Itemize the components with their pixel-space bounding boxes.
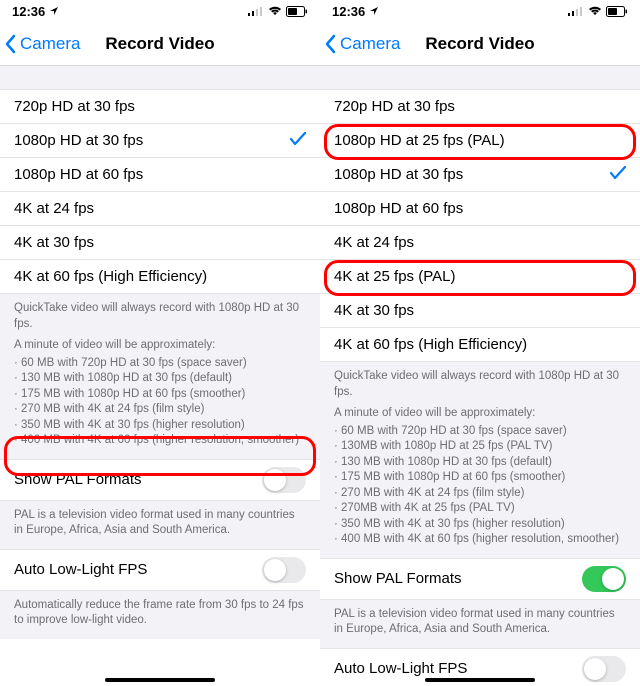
size-line: 130 MB with 1080p HD at 30 fps (default) [14,371,306,387]
pal-toggle[interactable] [262,467,306,493]
wifi-icon [588,6,602,16]
quicktake-note: QuickTake video will always record with … [14,301,306,332]
size-line: 175 MB with 1080p HD at 60 fps (smoother… [14,387,306,403]
video-option-label: 1080p HD at 60 fps [334,200,463,217]
auto-low-light-desc: Automatically reduce the frame rate from… [0,591,320,639]
video-option-label: 4K at 25 fps (PAL) [334,268,455,285]
phone-left: 12:36 Camera Record Video 720p HD at 30 … [0,0,320,686]
status-bar: 12:36 [320,0,640,22]
group-spacer [0,66,320,90]
size-line: 60 MB with 720p HD at 30 fps (space save… [334,424,626,440]
size-line: 270 MB with 4K at 24 fps (film style) [14,402,306,418]
video-option-label: 4K at 60 fps (High Efficiency) [334,336,527,353]
size-line: 270 MB with 4K at 24 fps (film style) [334,486,626,502]
video-option-label: 4K at 24 fps [334,234,414,251]
wifi-icon [268,6,282,16]
size-line: 175 MB with 1080p HD at 60 fps (smoother… [334,470,626,486]
video-option-label: 1080p HD at 30 fps [14,132,143,149]
back-label: Camera [340,34,400,54]
pal-toggle[interactable] [582,566,626,592]
signal-icon [568,6,584,16]
home-indicator[interactable] [425,678,535,682]
chevron-left-icon [4,34,18,54]
approx-intro: A minute of video will be approximately: [14,338,306,354]
checkmark-icon [290,132,306,150]
video-option-row[interactable]: 1080p HD at 30 fps [320,158,640,192]
video-option-label: 720p HD at 30 fps [334,98,455,115]
clock: 12:36 [12,4,45,19]
video-option-row[interactable]: 4K at 24 fps [320,226,640,260]
size-line: 130MB with 1080p HD at 25 fps (PAL TV) [334,439,626,455]
video-option-row[interactable]: 1080p HD at 25 fps (PAL) [320,124,640,158]
size-line: 130 MB with 1080p HD at 30 fps (default) [334,455,626,471]
back-button[interactable]: Camera [320,34,400,54]
size-line: 400 MB with 4K at 60 fps (higher resolut… [14,433,306,449]
size-footer: QuickTake video will always record with … [320,362,640,558]
size-footer: QuickTake video will always record with … [0,294,320,459]
location-icon [49,6,59,16]
size-line: 350 MB with 4K at 30 fps (higher resolut… [334,517,626,533]
video-option-row[interactable]: 1080p HD at 60 fps [0,158,320,192]
nav-bar: Camera Record Video [0,22,320,66]
battery-icon [606,6,628,17]
video-option-label: 4K at 30 fps [14,234,94,251]
show-pal-formats-row[interactable]: Show PAL Formats [320,558,640,600]
approx-intro: A minute of video will be approximately: [334,406,626,422]
video-option-label: 1080p HD at 30 fps [334,166,463,183]
auto-low-light-row[interactable]: Auto Low-Light FPS [0,549,320,591]
content-left: 720p HD at 30 fps 1080p HD at 30 fps 1080p… [0,66,320,686]
size-line: 350 MB with 4K at 30 fps (higher resolut… [14,418,306,434]
auto-low-light-toggle[interactable] [582,656,626,682]
video-option-label: 4K at 60 fps (High Efficiency) [14,268,207,285]
video-option-label: 4K at 24 fps [14,200,94,217]
video-option-row[interactable]: 4K at 60 fps (High Efficiency) [320,328,640,362]
video-option-row[interactable]: 4K at 24 fps [0,192,320,226]
checkmark-icon [610,166,626,184]
location-icon [369,6,379,16]
show-pal-label: Show PAL Formats [334,570,462,587]
video-option-row[interactable]: 4K at 60 fps (High Efficiency) [0,260,320,294]
size-line: 270MB with 4K at 25 fps (PAL TV) [334,501,626,517]
video-option-label: 4K at 30 fps [334,302,414,319]
size-line: 400 MB with 4K at 60 fps (higher resolut… [334,532,626,548]
auto-low-light-label: Auto Low-Light FPS [14,561,147,578]
video-option-row[interactable]: 4K at 25 fps (PAL) [320,260,640,294]
video-option-row[interactable]: 720p HD at 30 fps [320,90,640,124]
back-label: Camera [20,34,80,54]
auto-low-light-toggle[interactable] [262,557,306,583]
auto-low-light-label: Auto Low-Light FPS [334,660,467,677]
video-option-label: 720p HD at 30 fps [14,98,135,115]
chevron-left-icon [324,34,338,54]
show-pal-label: Show PAL Formats [14,471,142,488]
back-button[interactable]: Camera [0,34,80,54]
pal-desc: PAL is a television video format used in… [0,501,320,549]
video-option-label: 1080p HD at 25 fps (PAL) [334,132,505,149]
phone-right: 12:36 Camera Record Video 720p HD at 30 … [320,0,640,686]
battery-icon [286,6,308,17]
status-bar: 12:36 [0,0,320,22]
video-option-row[interactable]: 720p HD at 30 fps [0,90,320,124]
pal-desc: PAL is a television video format used in… [320,600,640,648]
video-option-row[interactable]: 4K at 30 fps [320,294,640,328]
home-indicator[interactable] [105,678,215,682]
signal-icon [248,6,264,16]
content-right: 720p HD at 30 fps 1080p HD at 25 fps (PAL… [320,66,640,686]
video-option-row[interactable]: 4K at 30 fps [0,226,320,260]
group-spacer [320,66,640,90]
video-option-row[interactable]: 1080p HD at 30 fps [0,124,320,158]
nav-bar: Camera Record Video [320,22,640,66]
show-pal-formats-row[interactable]: Show PAL Formats [0,459,320,501]
video-option-label: 1080p HD at 60 fps [14,166,143,183]
clock: 12:36 [332,4,365,19]
video-option-row[interactable]: 1080p HD at 60 fps [320,192,640,226]
quicktake-note: QuickTake video will always record with … [334,369,626,400]
size-line: 60 MB with 720p HD at 30 fps (space save… [14,356,306,372]
